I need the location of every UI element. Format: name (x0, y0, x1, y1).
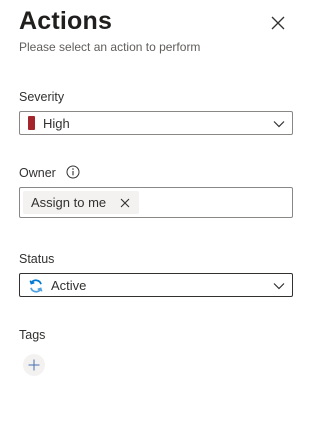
refresh-icon (29, 279, 43, 293)
severity-color-swatch (28, 116, 35, 130)
owner-picker[interactable]: Assign to me (19, 187, 293, 218)
tags-label: Tags (19, 328, 46, 342)
close-icon[interactable] (119, 197, 131, 209)
severity-label: Severity (19, 90, 65, 104)
owner-chip[interactable]: Assign to me (23, 191, 140, 214)
chevron-down-icon (273, 283, 285, 290)
close-icon (271, 16, 285, 30)
page-subtitle: Please select an action to perform (19, 40, 201, 54)
severity-dropdown[interactable]: High (19, 111, 293, 135)
info-icon[interactable] (66, 165, 80, 179)
add-tag-button[interactable] (23, 354, 45, 376)
status-label: Status (19, 252, 55, 266)
status-dropdown[interactable]: Active (19, 273, 293, 297)
owner-chip-label: Assign to me (31, 195, 107, 210)
status-value: Active (51, 278, 87, 293)
chevron-down-icon (273, 121, 285, 128)
close-panel-button[interactable] (268, 13, 288, 33)
page-title: Actions (19, 7, 113, 35)
severity-value: High (43, 116, 70, 131)
owner-label: Owner (19, 166, 56, 180)
plus-icon (28, 359, 40, 371)
